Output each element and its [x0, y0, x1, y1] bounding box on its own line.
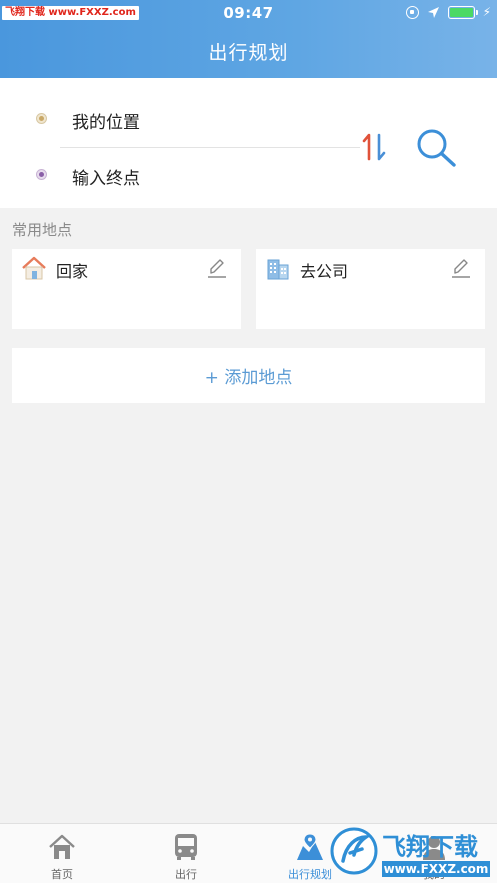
tab-travel[interactable]: 出行 [124, 824, 248, 883]
map-pin-icon [297, 833, 323, 860]
home-icon [22, 256, 46, 280]
place-card-home[interactable]: 回家 [12, 249, 241, 329]
charging-icon: ⚡ [482, 5, 491, 19]
tab-label: 首页 [51, 868, 73, 881]
route-planner-card: 我的位置 输入终点 [0, 78, 497, 208]
bus-icon [175, 834, 197, 860]
swap-vertical-icon[interactable] [360, 131, 388, 163]
office-building-icon [267, 259, 289, 280]
page-title: 出行规划 [208, 42, 289, 64]
search-icon[interactable] [414, 126, 460, 170]
rotation-lock-icon [405, 5, 419, 19]
route-divider [60, 147, 360, 148]
edit-pencil-icon[interactable] [451, 257, 471, 279]
common-places-label: 常用地点 [12, 221, 73, 239]
start-point-icon [36, 113, 47, 124]
watermark-text: 飞翔下载 [382, 833, 478, 861]
watermark-logo: 飞翔下载 www.FXXZ.com [330, 827, 490, 877]
watermark-url: www.FXXZ.com [384, 862, 489, 876]
status-indicators: ⚡ [405, 5, 491, 19]
add-place-button[interactable]: + 添加地点 [12, 348, 485, 403]
destination-input[interactable]: 输入终点 [72, 164, 140, 189]
place-name: 去公司 [300, 262, 349, 281]
place-card-work[interactable]: 去公司 [256, 249, 485, 329]
edit-pencil-icon[interactable] [207, 257, 227, 279]
location-arrow-icon [427, 6, 439, 18]
battery-icon [447, 5, 478, 19]
home-icon [49, 834, 75, 859]
place-name: 回家 [56, 262, 89, 281]
end-point-icon [36, 169, 47, 180]
tab-home[interactable]: 首页 [0, 824, 124, 883]
header-bar: 飞翔下载 www.FXXZ.com 09:47 ⚡ 出行规划 [0, 0, 497, 78]
tab-label: 出行 [175, 868, 197, 881]
start-location-field[interactable]: 我的位置 [72, 108, 140, 133]
